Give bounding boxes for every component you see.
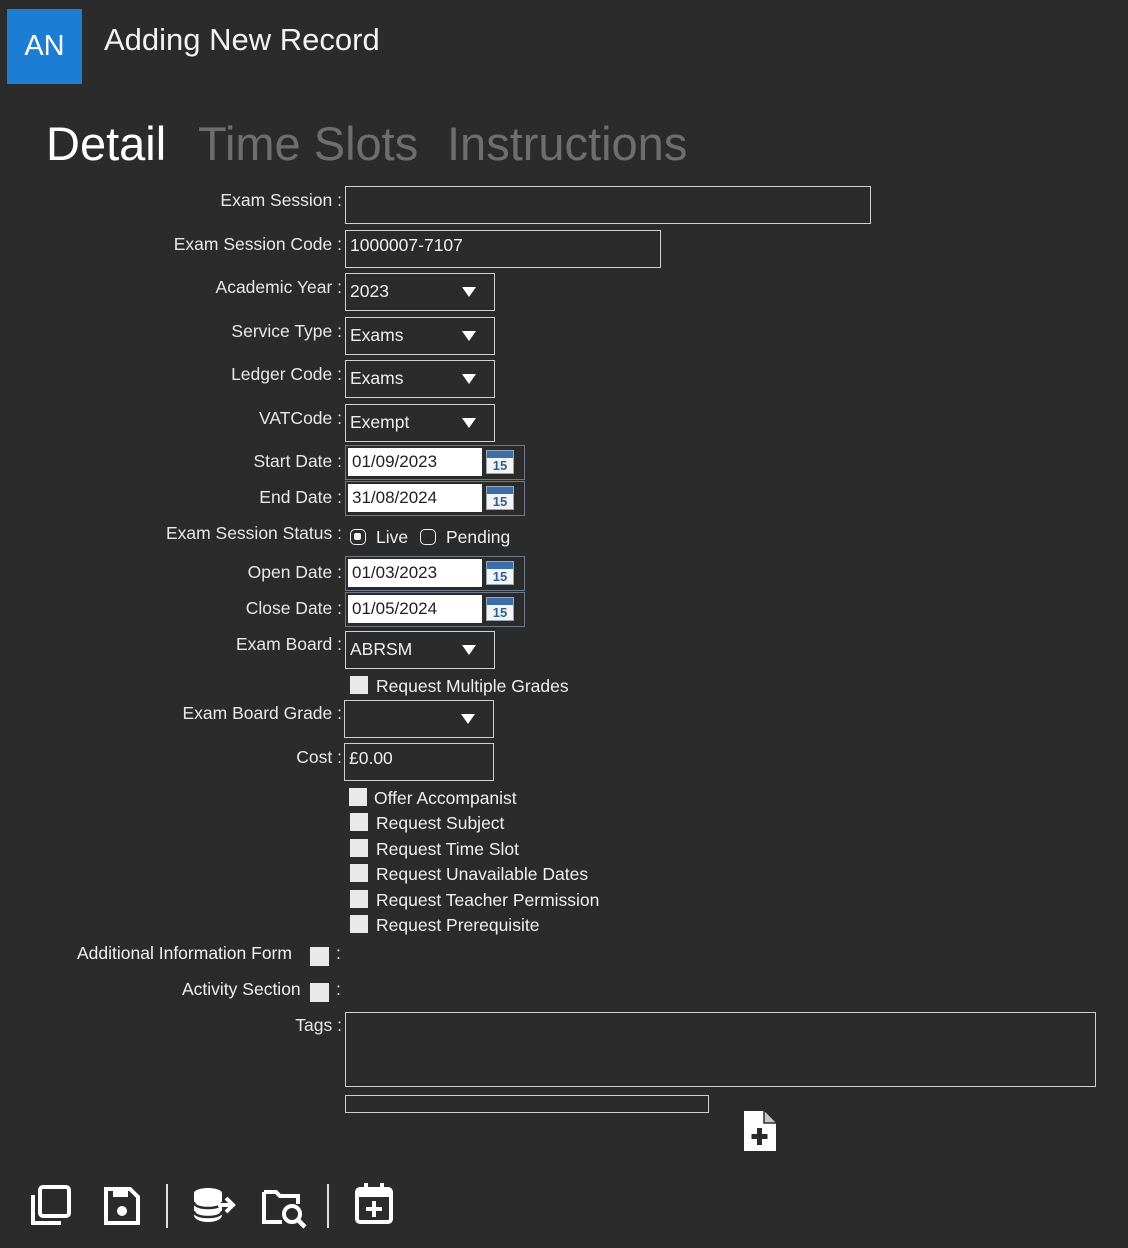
toolbar-divider [327,1184,329,1228]
ledger-code-value: Exams [350,368,404,389]
request-multiple-grades-label[interactable]: Request Multiple Grades [376,676,569,697]
close-date-label: Close Date : [245,598,342,618]
start-date-input[interactable]: 01/09/2023 [348,448,482,476]
save-icon[interactable] [102,1185,142,1227]
status-pending-radio[interactable] [420,529,436,545]
exam-board-grade-label: Exam Board Grade : [182,703,342,723]
calendar-icon[interactable]: 15 [486,597,514,621]
service-type-value: Exams [350,325,404,346]
chevron-down-icon [462,645,476,655]
cost-label: Cost : [296,747,342,767]
tab-time-slots[interactable]: Time Slots [198,116,418,171]
request-time-slot-label[interactable]: Request Time Slot [376,839,519,860]
copy-icon[interactable] [27,1183,73,1227]
chevron-down-icon [462,331,476,341]
avatar: AN [7,9,82,84]
request-unavailable-dates-label[interactable]: Request Unavailable Dates [376,864,588,885]
exam-board-select[interactable]: ABRSM [345,631,495,669]
additional-information-form-label: Additional Information Form [77,943,292,963]
start-date-label: Start Date : [253,451,342,471]
tag-entry-input[interactable] [345,1095,709,1113]
additional-information-form-colon: : [336,943,341,963]
open-date-picker[interactable]: 01/03/2023 15 [345,556,525,591]
status-live-label[interactable]: Live [376,527,408,548]
ledger-code-label: Ledger Code : [231,364,342,384]
database-export-icon[interactable] [190,1185,240,1227]
tab-detail[interactable]: Detail [46,116,166,171]
exam-session-code-label: Exam Session Code : [173,234,342,254]
vat-code-select[interactable]: Exempt [345,404,495,442]
calendar-icon[interactable]: 15 [486,561,514,585]
calendar-add-icon[interactable] [353,1181,395,1225]
vat-code-label: VATCode : [259,408,342,428]
calendar-icon[interactable]: 15 [486,450,514,474]
chevron-down-icon [462,374,476,384]
exam-board-grade-select[interactable] [344,700,494,738]
activity-section-colon: : [336,979,341,999]
exam-session-input[interactable] [345,186,871,224]
activity-section-label: Activity Section [182,979,301,999]
ledger-code-select[interactable]: Exams [345,360,495,398]
folder-search-icon[interactable] [260,1186,310,1230]
academic-year-value: 2023 [350,281,389,302]
request-multiple-grades-checkbox[interactable] [350,676,368,694]
service-type-label: Service Type : [231,321,342,341]
offer-accompanist-label[interactable]: Offer Accompanist [374,788,517,809]
chevron-down-icon [462,418,476,428]
request-time-slot-checkbox[interactable] [350,839,368,857]
chevron-down-icon [462,287,476,297]
request-prerequisite-label[interactable]: Request Prerequisite [376,915,539,936]
end-date-label: End Date : [259,487,342,507]
service-type-select[interactable]: Exams [345,317,495,355]
exam-board-label: Exam Board : [235,634,342,654]
request-subject-label[interactable]: Request Subject [376,813,504,834]
status-pending-label[interactable]: Pending [446,527,510,548]
activity-section-checkbox[interactable] [310,983,329,1002]
additional-information-form-checkbox[interactable] [310,947,329,966]
open-date-label: Open Date : [247,562,342,582]
exam-session-label: Exam Session : [220,190,342,210]
tags-input[interactable] [345,1012,1096,1087]
request-unavailable-dates-checkbox[interactable] [350,864,368,882]
offer-accompanist-checkbox[interactable] [349,788,367,806]
exam-board-value: ABRSM [350,639,413,660]
toolbar-divider [166,1184,168,1228]
close-date-input[interactable]: 01/05/2024 [348,595,482,623]
vat-code-value: Exempt [350,412,410,433]
end-date-picker[interactable]: 31/08/2024 15 [345,481,525,516]
exam-session-code-input[interactable]: 1000007-7107 [345,230,661,268]
exam-session-status-label: Exam Session Status : [165,523,342,543]
close-date-picker[interactable]: 01/05/2024 15 [345,592,525,627]
open-date-input[interactable]: 01/03/2023 [348,559,482,587]
file-add-icon[interactable] [741,1109,779,1153]
cost-input[interactable]: £0.00 [344,743,494,781]
request-teacher-permission-label[interactable]: Request Teacher Permission [376,890,599,911]
request-prerequisite-checkbox[interactable] [350,915,368,933]
academic-year-select[interactable]: 2023 [345,273,495,311]
status-live-radio[interactable] [350,529,366,545]
start-date-picker[interactable]: 01/09/2023 15 [345,445,525,480]
page-title: Adding New Record [104,22,380,57]
tags-label: Tags : [295,1015,342,1035]
request-subject-checkbox[interactable] [350,813,368,831]
end-date-input[interactable]: 31/08/2024 [348,484,482,512]
calendar-icon[interactable]: 15 [486,486,514,510]
request-teacher-permission-checkbox[interactable] [350,890,368,908]
chevron-down-icon [461,714,475,724]
academic-year-label: Academic Year : [215,277,342,297]
tab-instructions[interactable]: Instructions [447,116,687,171]
